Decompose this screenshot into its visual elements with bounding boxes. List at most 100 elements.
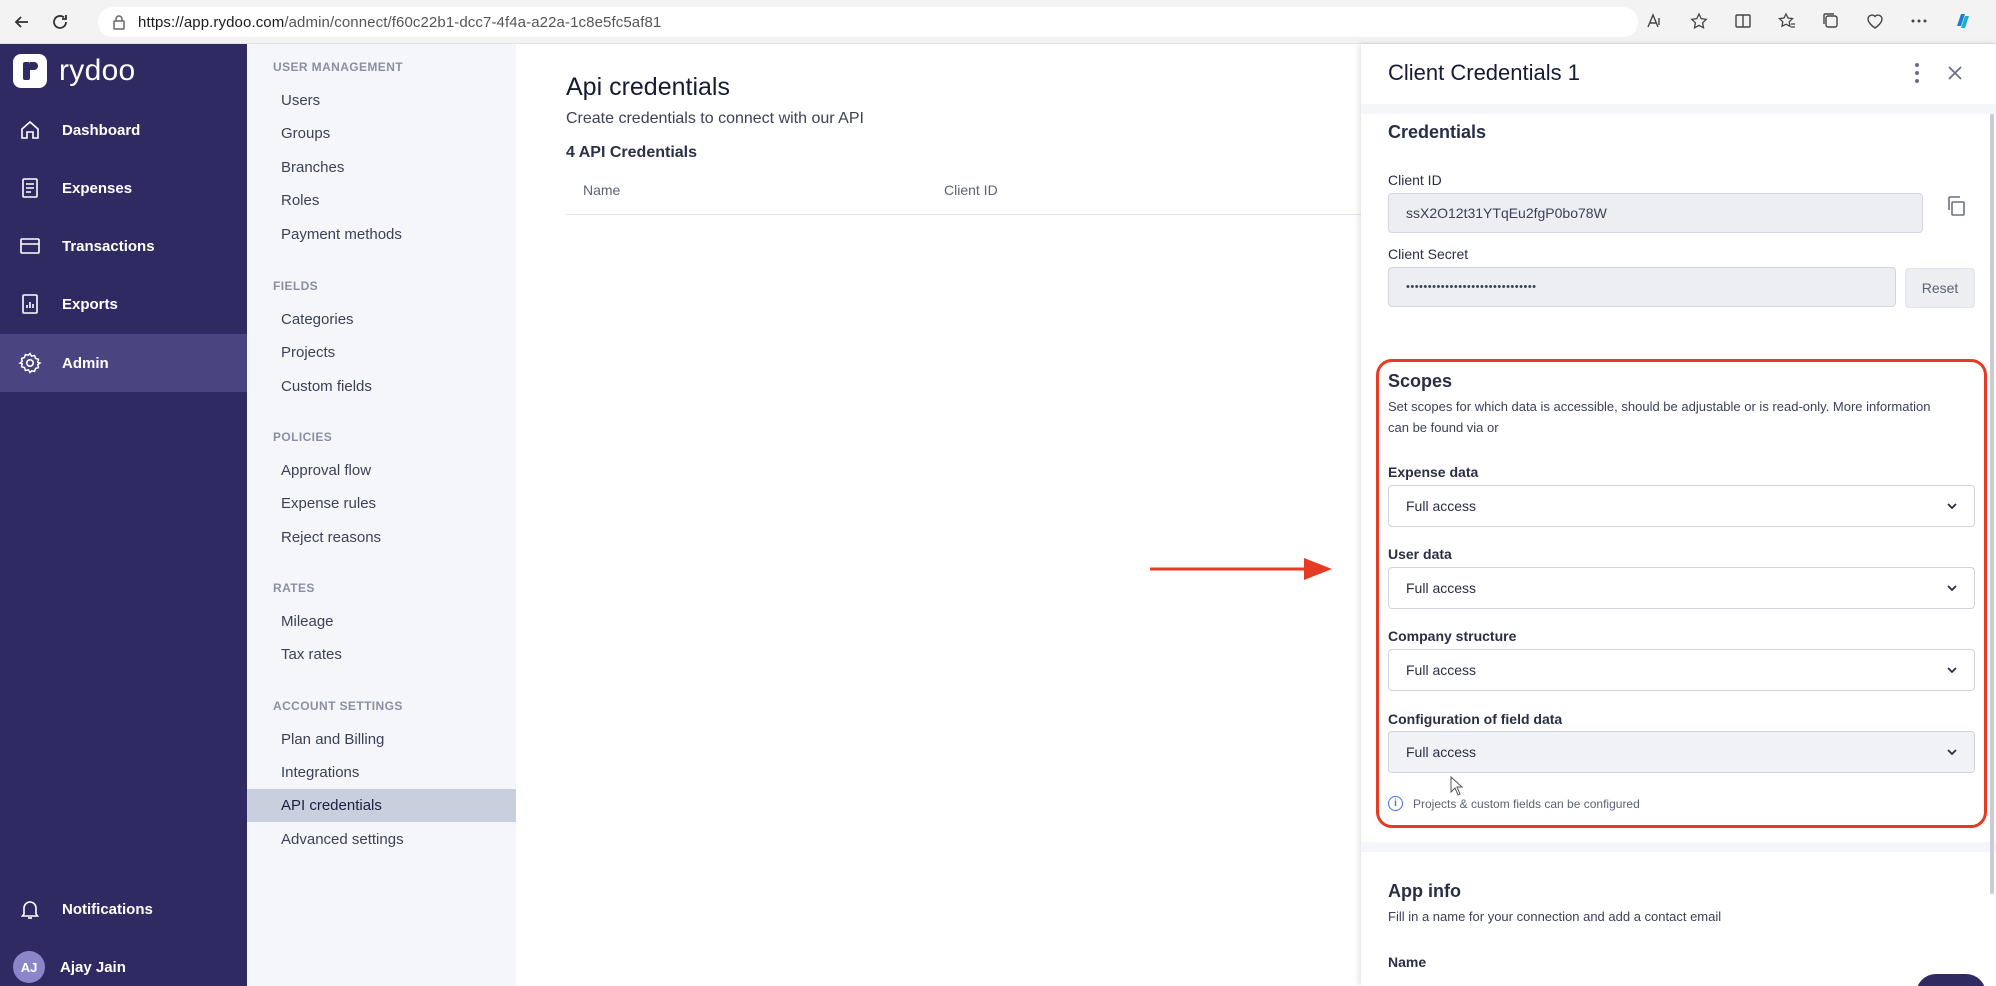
more-icon[interactable] (1906, 8, 1932, 34)
logo-text: rydoo (59, 54, 136, 87)
chevron-down-icon (1947, 667, 1957, 674)
lock-icon (113, 15, 125, 30)
scopes-heading: Scopes (1388, 371, 1453, 391)
chevron-down-icon (1947, 585, 1957, 592)
name-label: Name (1388, 954, 1427, 970)
main-sidebar: rydoo Dashboard Expenses Transactions Ex… (0, 44, 247, 986)
client-secret-field[interactable]: •••••••••••••••••••••••••••••• (1388, 267, 1896, 307)
submenu-item-reject-reasons[interactable]: Reject reasons (247, 521, 516, 554)
sidebar-item-label: Admin (62, 354, 109, 372)
chevron-down-icon (1947, 503, 1957, 510)
drawer-title: Client Credentials 1 (1388, 60, 1580, 85)
submenu-item-expense-rules[interactable]: Expense rules (247, 487, 516, 520)
sidebar-item-dashboard[interactable]: Dashboard (0, 101, 247, 159)
column-header-client-id[interactable]: Client ID (944, 182, 998, 198)
submenu-item-custom-fields[interactable]: Custom fields (247, 370, 516, 403)
admin-submenu: USER MANAGEMENT Users Groups Branches Ro… (247, 44, 516, 986)
scopes-description: Set scopes for which data is accessible,… (1388, 399, 1931, 435)
sidebar-item-notifications[interactable]: Notifications (0, 880, 247, 938)
submenu-item-plan-and-billing[interactable]: Plan and Billing (247, 723, 516, 756)
submenu-heading: USER MANAGEMENT (273, 60, 404, 74)
credentials-heading: Credentials (1388, 122, 1487, 142)
scope-label-user-data: User data (1388, 546, 1452, 562)
copilot-icon[interactable] (1950, 8, 1976, 34)
card-icon (20, 238, 40, 254)
scope-select-field-config[interactable]: Full access (1388, 731, 1975, 773)
sidebar-item-transactions[interactable]: Transactions (0, 217, 247, 275)
submenu-item-tax-rates[interactable]: Tax rates (247, 638, 516, 671)
sidebar-item-admin[interactable]: Admin (0, 334, 247, 392)
back-icon[interactable] (6, 6, 38, 38)
page-subtitle: Create credentials to connect with our A… (566, 110, 864, 127)
scope-label-company-structure: Company structure (1388, 628, 1517, 644)
receipt-icon (22, 178, 38, 198)
scope-select-company-structure[interactable]: Full access (1388, 649, 1975, 691)
user-name: Ajay Jain (60, 958, 126, 976)
bell-icon (20, 901, 40, 919)
url-text: https://app.rydoo.com/admin/connect/f60c… (138, 13, 662, 31)
sidebar-user[interactable]: AJ Ajay Jain (0, 938, 247, 986)
submenu-item-integrations[interactable]: Integrations (247, 756, 516, 789)
copy-icon[interactable] (1944, 194, 1968, 218)
reset-button[interactable]: Reset (1905, 268, 1975, 308)
scope-select-user-data[interactable]: Full access (1388, 567, 1975, 609)
scope-label-expense-data: Expense data (1388, 464, 1479, 480)
address-bar[interactable]: https://app.rydoo.com/admin/connect/f60c… (98, 7, 1638, 37)
star-icon[interactable] (1686, 8, 1712, 34)
submenu-item-groups[interactable]: Groups (247, 117, 516, 150)
mouse-cursor-icon (1450, 776, 1464, 796)
sidebar-item-label: Notifications (62, 900, 153, 918)
drawer-scrollbar[interactable] (1990, 114, 1994, 894)
refresh-icon[interactable] (44, 6, 76, 38)
client-id-field[interactable]: ssX2O12t31YTqEu2fgP0bo78W (1388, 193, 1923, 233)
submenu-item-mileage[interactable]: Mileage (247, 605, 516, 638)
favorites-icon[interactable] (1774, 8, 1800, 34)
split-screen-icon[interactable] (1730, 8, 1756, 34)
submenu-item-payment-methods[interactable]: Payment methods (247, 218, 516, 251)
drawer-divider (1361, 842, 1996, 852)
submenu-item-branches[interactable]: Branches (247, 151, 516, 184)
avatar: AJ (13, 951, 45, 983)
browser-essentials-icon[interactable] (1862, 8, 1888, 34)
page-title: Api credentials (566, 73, 730, 101)
help-button[interactable] (1916, 974, 1986, 986)
sidebar-item-expenses[interactable]: Expenses (0, 159, 247, 217)
select-value: Full access (1406, 744, 1477, 760)
sidebar-item-label: Dashboard (62, 121, 141, 139)
submenu-item-approval-flow[interactable]: Approval flow (247, 454, 516, 487)
gear-icon (18, 352, 42, 374)
kebab-menu-icon[interactable] (1906, 60, 1928, 86)
collections-icon[interactable] (1818, 8, 1844, 34)
submenu-item-projects[interactable]: Projects (247, 336, 516, 369)
credentials-count: 4 API Credentials (566, 144, 698, 161)
table-divider (566, 214, 1361, 215)
scope-info-note: i Projects & custom fields can be config… (1388, 796, 1640, 811)
read-aloud-icon[interactable] (1642, 8, 1668, 34)
sidebar-item-label: Expenses (62, 179, 133, 197)
submenu-heading: FIELDS (273, 279, 319, 293)
close-icon[interactable] (1943, 60, 1967, 86)
column-header-name[interactable]: Name (583, 182, 620, 198)
submenu-heading: POLICIES (273, 430, 333, 444)
submenu-item-users[interactable]: Users (247, 84, 516, 117)
drawer-divider (1361, 104, 1996, 114)
chevron-down-icon (1947, 749, 1957, 756)
select-value: Full access (1406, 580, 1477, 596)
select-value: Full access (1406, 498, 1477, 514)
submenu-item-roles[interactable]: Roles (247, 184, 516, 217)
scope-select-expense-data[interactable]: Full access (1388, 485, 1975, 527)
submenu-item-api-credentials[interactable]: API credentials (247, 789, 516, 822)
sidebar-item-label: Exports (62, 295, 118, 313)
rydoo-logo[interactable]: rydoo (13, 54, 136, 88)
app-info-description: Fill in a name for your connection and a… (1388, 909, 1722, 924)
sidebar-item-label: Transactions (62, 237, 155, 255)
sidebar-item-exports[interactable]: Exports (0, 275, 247, 333)
submenu-heading: RATES (273, 581, 315, 595)
client-id-label: Client ID (1388, 172, 1442, 188)
submenu-item-categories[interactable]: Categories (247, 303, 516, 336)
scope-label-field-config: Configuration of field data (1388, 711, 1563, 727)
submenu-item-advanced-settings[interactable]: Advanced settings (247, 823, 516, 856)
export-icon (22, 294, 38, 314)
rydoo-logo-icon (13, 54, 47, 88)
submenu-heading: ACCOUNT SETTINGS (273, 699, 403, 713)
